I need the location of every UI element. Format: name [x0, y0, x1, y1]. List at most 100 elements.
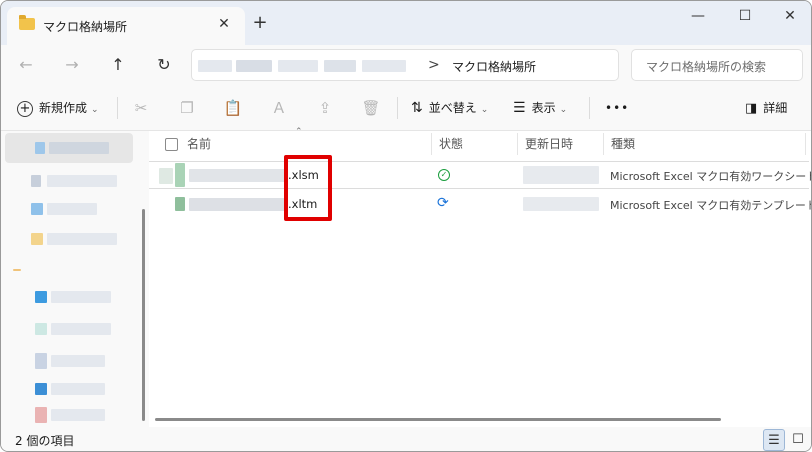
- search-placeholder: マクロ格納場所の検索: [646, 60, 767, 74]
- blurred-file-name: [189, 198, 285, 211]
- new-button[interactable]: + 新規作成 ⌄: [17, 96, 99, 120]
- new-tab-button[interactable]: +: [249, 12, 271, 34]
- excel-file-icon: [175, 163, 185, 187]
- sort-label: 並べ替え: [428, 101, 477, 115]
- details-button[interactable]: ◨ 詳細: [745, 96, 787, 120]
- blurred-label: [47, 203, 97, 215]
- sidebar-scrollbar[interactable]: [142, 209, 145, 421]
- tab-active[interactable]: マクロ格納場所 ✕: [7, 7, 245, 45]
- divider: [13, 269, 21, 271]
- breadcrumb-current[interactable]: マクロ格納場所: [452, 58, 536, 75]
- file-type: Microsoft Excel マクロ有効テンプレート: [610, 199, 812, 212]
- separator: [589, 97, 590, 119]
- blurred-icon: [31, 203, 43, 215]
- column-divider[interactable]: [805, 133, 806, 155]
- status-bar: 2 個の項目 ☰ ☐: [1, 427, 811, 451]
- blurred-label: [51, 409, 105, 421]
- blurred-path-segment: [324, 60, 356, 72]
- blurred-file-icon: [159, 168, 173, 184]
- red-highlight-annotation: [284, 155, 332, 221]
- blurred-modified-date: [523, 197, 599, 211]
- chevron-down-icon: ⌄: [559, 105, 568, 115]
- minimize-button[interactable]: —: [681, 5, 715, 27]
- blurred-label: [51, 323, 111, 335]
- up-button[interactable]: ↑: [105, 52, 131, 78]
- new-label: 新規作成: [39, 101, 88, 115]
- sort-icon: ⇅: [411, 100, 423, 116]
- blurred-icon: [35, 407, 47, 423]
- details-label: 詳細: [763, 101, 788, 115]
- breadcrumb-separator: >: [428, 57, 440, 73]
- share-icon[interactable]: ⇪: [313, 96, 337, 120]
- item-count: 2 個の項目: [15, 434, 75, 448]
- tiles-view-icon[interactable]: ☐: [787, 429, 809, 451]
- maximize-button[interactable]: ☐: [728, 5, 762, 27]
- more-options-button[interactable]: •••: [605, 96, 629, 120]
- excel-file-icon: [175, 197, 185, 211]
- view-button[interactable]: ☰ 表示 ⌄: [513, 96, 567, 120]
- select-all-checkbox[interactable]: [165, 138, 178, 151]
- blurred-icon: [35, 353, 47, 369]
- refresh-button[interactable]: ↻: [151, 52, 177, 78]
- close-window-button[interactable]: ✕: [773, 5, 807, 27]
- column-header-type[interactable]: 種類: [611, 131, 635, 157]
- delete-icon[interactable]: 🗑: [359, 96, 383, 120]
- blurred-path-segment: [278, 60, 318, 72]
- blurred-label: [47, 175, 117, 187]
- file-type: Microsoft Excel マクロ有効ワークシート: [610, 170, 812, 183]
- new-icon: +: [17, 100, 33, 117]
- folder-icon: [19, 15, 35, 30]
- blurred-label: [51, 383, 105, 395]
- blurred-icon: [35, 291, 47, 303]
- navigation-pane: [1, 131, 149, 427]
- blurred-label: [47, 233, 117, 245]
- blurred-path-segment: [236, 60, 272, 72]
- horizontal-scrollbar[interactable]: [155, 418, 721, 421]
- title-bar: マクロ格納場所 ✕ + — ☐ ✕: [1, 1, 811, 45]
- address-bar[interactable]: > マクロ格納場所: [191, 49, 619, 81]
- view-label: 表示: [531, 101, 556, 115]
- blurred-path-segment: [198, 60, 232, 72]
- paste-icon[interactable]: 📋: [221, 96, 245, 120]
- blurred-label: [51, 355, 105, 367]
- cut-icon[interactable]: ✂: [129, 96, 153, 120]
- column-divider[interactable]: [431, 133, 432, 155]
- chevron-down-icon: ⌄: [480, 105, 489, 115]
- rename-icon[interactable]: Ａ: [267, 96, 291, 120]
- blurred-icon: [31, 175, 41, 187]
- column-header-name[interactable]: 名前: [187, 131, 211, 157]
- separator: [117, 97, 118, 119]
- column-divider[interactable]: [603, 133, 604, 155]
- details-view-icon[interactable]: ☰: [763, 429, 785, 451]
- sort-ascending-icon: ⌃: [295, 127, 303, 137]
- column-header-status[interactable]: 状態: [439, 131, 463, 157]
- blurred-icon: [35, 323, 47, 335]
- file-list: ⌃ 名前 状態 更新日時 種類 .xlsm ✓ Microsoft Excel …: [149, 127, 812, 427]
- blurred-icon: [35, 142, 45, 154]
- sort-button[interactable]: ⇅ 並べ替え ⌄: [411, 96, 488, 120]
- sidebar-item-selected[interactable]: [5, 133, 133, 163]
- tab-title: マクロ格納場所: [43, 20, 128, 34]
- command-bar: + 新規作成 ⌄ ✂ ❐ 📋 Ａ ⇪ 🗑 ⇅ 並べ替え ⌄ ☰ 表示 ⌄ ••• ◨ 詳細: [1, 85, 811, 131]
- sync-icon: ⟳: [437, 195, 449, 211]
- check-circle-icon: ✓: [438, 169, 450, 181]
- blurred-path-segment: [362, 60, 406, 72]
- chevron-down-icon: ⌄: [91, 105, 99, 115]
- blurred-modified-date: [523, 166, 599, 184]
- address-row: ← → ↑ ↻ > マクロ格納場所 マクロ格納場所の検索: [1, 45, 811, 85]
- blurred-label: [49, 142, 109, 154]
- search-input[interactable]: マクロ格納場所の検索: [631, 49, 803, 81]
- view-icon: ☰: [513, 100, 526, 116]
- forward-button[interactable]: →: [59, 52, 85, 78]
- details-pane-icon: ◨: [745, 101, 758, 116]
- file-explorer-window: マクロ格納場所 ✕ + — ☐ ✕ ← → ↑ ↻ > マクロ格納場所 マクロ格…: [0, 0, 812, 452]
- tab-close-icon[interactable]: ✕: [213, 13, 235, 35]
- blurred-label: [51, 291, 111, 303]
- back-button[interactable]: ←: [13, 52, 39, 78]
- column-divider[interactable]: [517, 133, 518, 155]
- table-row[interactable]: .xlsm ✓ Microsoft Excel マクロ有効ワークシート: [149, 161, 812, 189]
- table-row[interactable]: .xltm ⟳ Microsoft Excel マクロ有効テンプレート: [149, 191, 812, 219]
- copy-icon[interactable]: ❐: [175, 96, 199, 120]
- blurred-file-name: [189, 169, 285, 182]
- column-header-modified[interactable]: 更新日時: [525, 131, 573, 157]
